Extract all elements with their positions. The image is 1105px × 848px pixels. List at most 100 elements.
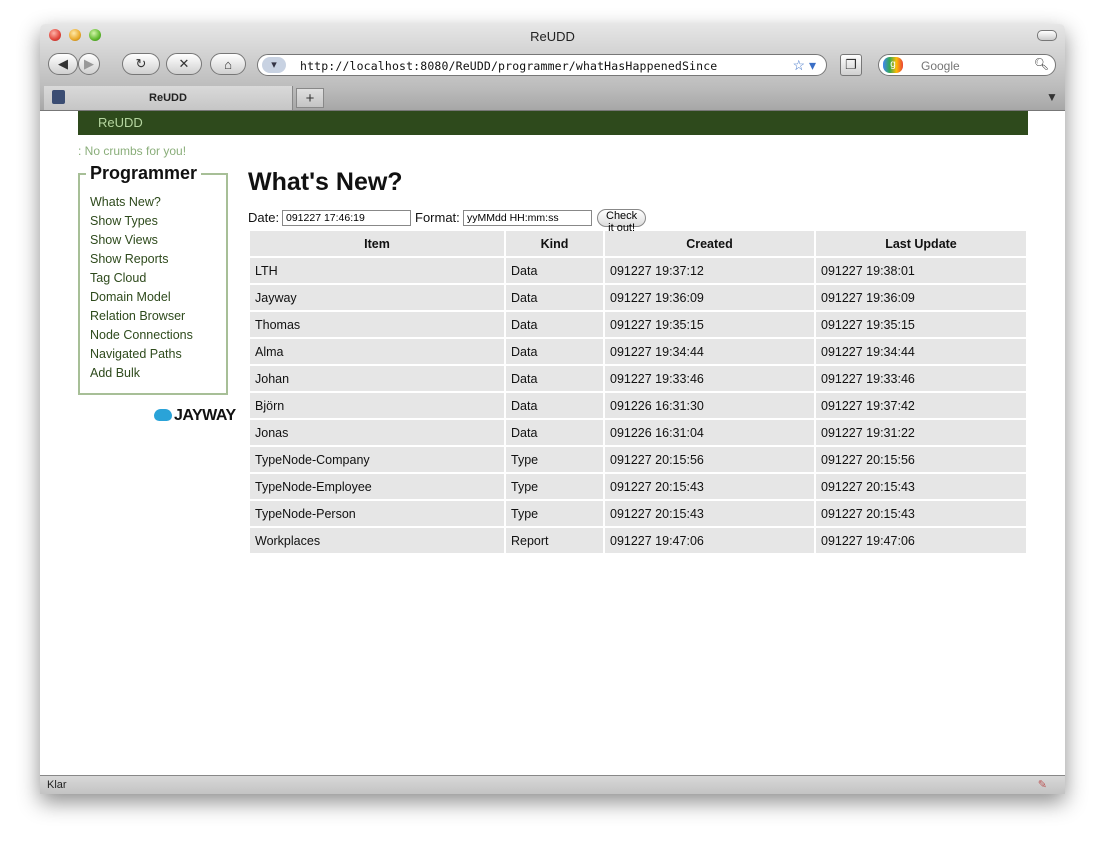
cell-kind: Data <box>506 420 603 445</box>
cell-created: 091227 19:37:12 <box>605 258 814 283</box>
sidebar-item-add-bulk[interactable]: Add Bulk <box>90 364 193 383</box>
column-header-created: Created <box>605 231 814 256</box>
sidebar-item-whats-new[interactable]: Whats New? <box>90 193 193 212</box>
cell-item[interactable]: Björn <box>250 393 504 418</box>
title-bar: ReUDD ◀ ▶ ↻ ✕ ⌂ ▾ http://localhost:8080/… <box>40 24 1065 87</box>
cell-kind: Data <box>506 339 603 364</box>
cell-kind: Data <box>506 285 603 310</box>
table-row: Workplaces Report 091227 19:47:06 091227 19… <box>250 528 1026 553</box>
date-input[interactable] <box>282 210 411 226</box>
site-identity-icon[interactable]: ▾ <box>262 57 286 73</box>
cell-item[interactable]: LTH <box>250 258 504 283</box>
cell-kind: Data <box>506 312 603 337</box>
logo-text: JAYWAY <box>174 407 236 424</box>
sidebar-item-tag-cloud[interactable]: Tag Cloud <box>90 269 193 288</box>
search-box[interactable]: g 🔍︎ <box>878 54 1056 76</box>
cell-created: 091226 16:31:04 <box>605 420 814 445</box>
sidebar-item-navigated-paths[interactable]: Navigated Paths <box>90 345 193 364</box>
format-label: Format: <box>415 210 460 225</box>
forward-button[interactable]: ▶ <box>78 53 100 75</box>
nav-link-reudd[interactable]: ReUDD <box>98 115 143 130</box>
column-header-last-update: Last Update <box>816 231 1026 256</box>
whats-new-table: Item Kind Created Last Update LTH Data 091… <box>248 229 1028 555</box>
column-header-kind: Kind <box>506 231 603 256</box>
table-row: LTH Data 091227 19:37:12 091227 19:38:01 <box>250 258 1026 283</box>
new-tab-button[interactable]: + <box>296 88 324 108</box>
window-view-button[interactable]: ❐ <box>840 54 862 76</box>
cell-kind: Data <box>506 393 603 418</box>
cell-created: 091226 16:31:30 <box>605 393 814 418</box>
table-row: Johan Data 091227 19:33:46 091227 19:33:46 <box>250 366 1026 391</box>
plus-icon: + <box>305 90 315 107</box>
search-engine-icon[interactable]: g <box>883 57 903 73</box>
cell-last-update: 091227 19:47:06 <box>816 528 1026 553</box>
cell-last-update: 091227 20:15:43 <box>816 501 1026 526</box>
status-text: Klar <box>47 779 67 791</box>
sidebar-item-relation-browser[interactable]: Relation Browser <box>90 307 193 326</box>
toolbar-toggle-button[interactable] <box>1037 30 1057 41</box>
window-title: ReUDD <box>530 29 575 44</box>
forward-icon: ▶ <box>84 56 94 71</box>
table-row: Jonas Data 091226 16:31:04 091227 19:31:22 <box>250 420 1026 445</box>
cell-last-update: 091227 19:36:09 <box>816 285 1026 310</box>
table-row: Björn Data 091226 16:31:30 091227 19:37:42 <box>250 393 1026 418</box>
sidebar-title: Programmer <box>86 163 202 184</box>
table-row: Jayway Data 091227 19:36:09 091227 19:36:09 <box>250 285 1026 310</box>
cell-item[interactable]: Jayway <box>250 285 504 310</box>
tab-reudd[interactable]: ReUDD <box>44 86 293 110</box>
sidebar-item-show-views[interactable]: Show Views <box>90 231 193 250</box>
cell-item[interactable]: TypeNode-Person <box>250 501 504 526</box>
breadcrumb: : No crumbs for you! <box>78 144 187 158</box>
cell-item[interactable]: TypeNode-Employee <box>250 474 504 499</box>
sidebar-item-node-connections[interactable]: Node Connections <box>90 326 193 345</box>
stop-icon: ✕ <box>178 56 190 71</box>
cell-item[interactable]: Jonas <box>250 420 504 445</box>
table-row: TypeNode-Company Type 091227 20:15:56 09122… <box>250 447 1026 472</box>
sidebar-item-domain-model[interactable]: Domain Model <box>90 288 193 307</box>
page-content: ReUDD : No crumbs for you! Programmer Wh… <box>40 111 1065 775</box>
cell-kind: Type <box>506 501 603 526</box>
search-icon[interactable]: 🔍︎ <box>1034 57 1049 71</box>
cell-kind: Type <box>506 474 603 499</box>
browser-window: ReUDD ◀ ▶ ↻ ✕ ⌂ ▾ http://localhost:8080/… <box>40 24 1065 794</box>
back-button[interactable]: ◀ <box>48 53 78 75</box>
tab-list-button[interactable]: ▼ <box>1043 90 1061 106</box>
sidebar-item-show-reports[interactable]: Show Reports <box>90 250 193 269</box>
cell-item[interactable]: Thomas <box>250 312 504 337</box>
reload-button[interactable]: ↻ <box>122 53 160 75</box>
cell-last-update: 091227 19:33:46 <box>816 366 1026 391</box>
table-row: Alma Data 091227 19:34:44 091227 19:34:44 <box>250 339 1026 364</box>
back-icon: ◀ <box>58 56 68 71</box>
table-row: TypeNode-Person Type 091227 20:15:43 091227… <box>250 501 1026 526</box>
tab-bar: ReUDD + ▼ <box>40 86 1065 111</box>
cell-created: 091227 19:36:09 <box>605 285 814 310</box>
sidebar-item-show-types[interactable]: Show Types <box>90 212 193 231</box>
search-input[interactable] <box>919 58 1033 74</box>
cell-item[interactable]: Johan <box>250 366 504 391</box>
cell-created: 091227 19:35:15 <box>605 312 814 337</box>
date-label: Date: <box>248 210 280 225</box>
bookmark-star-icon[interactable]: ☆ ▾ <box>793 57 816 74</box>
check-it-out-button[interactable]: Check it out! <box>597 209 647 234</box>
addon-icon[interactable]: ✎ <box>1038 778 1047 791</box>
status-bar: Klar ✎ <box>40 775 1065 794</box>
cell-created: 091227 19:33:46 <box>605 366 814 391</box>
cell-item[interactable]: Workplaces <box>250 528 504 553</box>
column-header-item: Item <box>250 231 504 256</box>
address-bar[interactable]: ▾ http://localhost:8080/ReUDD/programmer… <box>257 54 827 76</box>
cell-last-update: 091227 20:15:56 <box>816 447 1026 472</box>
table-row: TypeNode-Employee Type 091227 20:15:43 0912… <box>250 474 1026 499</box>
format-input[interactable] <box>463 210 592 226</box>
table-header-row: Item Kind Created Last Update <box>250 231 1026 256</box>
stop-button[interactable]: ✕ <box>166 53 202 75</box>
cell-last-update: 091227 20:15:43 <box>816 474 1026 499</box>
cell-item[interactable]: Alma <box>250 339 504 364</box>
cell-created: 091227 20:15:43 <box>605 474 814 499</box>
sidebar-menu: Programmer Whats New? Show Types Show Vi… <box>78 163 228 395</box>
windows-icon: ❐ <box>845 57 857 72</box>
cell-item[interactable]: TypeNode-Company <box>250 447 504 472</box>
home-button[interactable]: ⌂ <box>210 53 246 75</box>
home-icon: ⌂ <box>224 56 232 72</box>
bird-icon <box>154 409 172 421</box>
cell-last-update: 091227 19:35:15 <box>816 312 1026 337</box>
